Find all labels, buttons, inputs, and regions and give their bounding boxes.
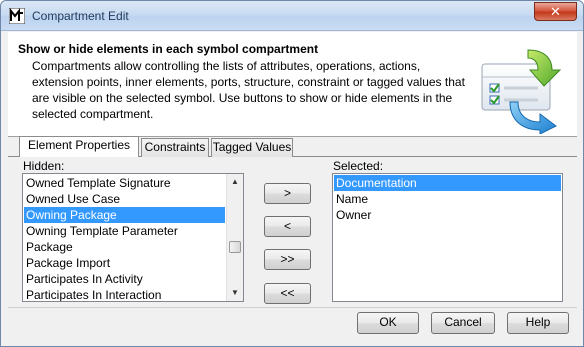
show-selected-button[interactable]: > — [264, 183, 311, 204]
app-logo-icon — [9, 8, 25, 24]
hidden-list[interactable]: Owned Template Signature Owned Use Case Ow… — [22, 173, 244, 302]
scroll-thumb[interactable] — [229, 241, 241, 253]
list-item[interactable]: Participates In Interaction — [24, 287, 225, 301]
ok-button[interactable]: OK — [357, 312, 419, 334]
compartment-edit-dialog: Compartment Edit ✕ Show or hide elements… — [0, 0, 584, 347]
list-item[interactable]: Package — [24, 239, 225, 255]
list-item[interactable]: Owned Use Case — [24, 191, 225, 207]
footer-divider — [8, 307, 577, 308]
selected-label: Selected: — [333, 159, 384, 173]
close-icon: ✕ — [550, 4, 561, 19]
tab-tagged-values[interactable]: Tagged Values — [211, 138, 293, 157]
list-item[interactable]: Documentation — [334, 175, 561, 191]
show-all-button[interactable]: >> — [264, 249, 311, 270]
header-description: Compartments allow controlling the lists… — [32, 59, 465, 121]
list-item[interactable]: Owned Template Signature — [24, 175, 225, 191]
list-item[interactable]: Name — [334, 191, 561, 207]
header-title: Show or hide elements in each symbol com… — [18, 42, 319, 56]
header-panel: Show or hide elements in each symbol com… — [8, 32, 577, 137]
title-bar[interactable]: Compartment Edit ✕ — [1, 1, 583, 31]
hidden-label: Hidden: — [23, 159, 65, 173]
tab-element-properties[interactable]: Element Properties — [19, 136, 139, 157]
scroll-down-arrow-icon[interactable]: ▼ — [227, 285, 243, 301]
compartment-check-icon — [481, 49, 562, 134]
hide-all-button[interactable]: << — [264, 283, 311, 304]
hidden-list-scrollbar[interactable]: ▲ ▼ — [226, 174, 243, 301]
list-item[interactable]: Owner — [334, 207, 561, 223]
cancel-button[interactable]: Cancel — [431, 312, 495, 334]
help-button[interactable]: Help — [507, 312, 569, 334]
tab-constraints[interactable]: Constraints — [141, 138, 209, 157]
list-item[interactable]: Participates In Activity — [24, 271, 225, 287]
window-title: Compartment Edit — [32, 9, 129, 23]
list-item[interactable]: Owning Template Parameter — [24, 223, 225, 239]
list-item[interactable]: Owning Package — [24, 207, 225, 223]
list-item[interactable]: Package Import — [24, 255, 225, 271]
scroll-up-arrow-icon[interactable]: ▲ — [227, 174, 243, 190]
hide-selected-button[interactable]: < — [264, 216, 311, 237]
close-button[interactable]: ✕ — [534, 2, 577, 21]
selected-list[interactable]: Documentation Name Owner — [332, 173, 563, 302]
